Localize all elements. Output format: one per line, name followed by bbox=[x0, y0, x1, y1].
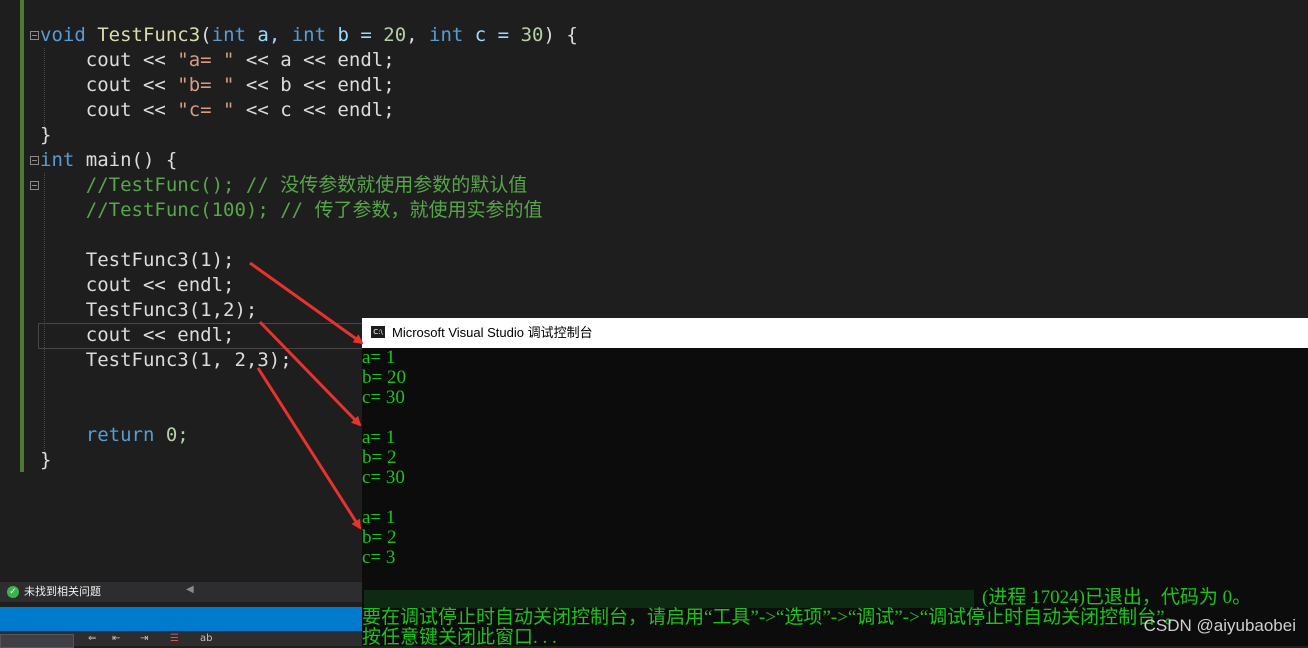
annotation-arrow bbox=[256, 367, 362, 530]
watermark: CSDN @aiyubaobei bbox=[1143, 616, 1296, 635]
annotation-arrows bbox=[249, 261, 364, 530]
annotation-arrow bbox=[258, 320, 362, 427]
